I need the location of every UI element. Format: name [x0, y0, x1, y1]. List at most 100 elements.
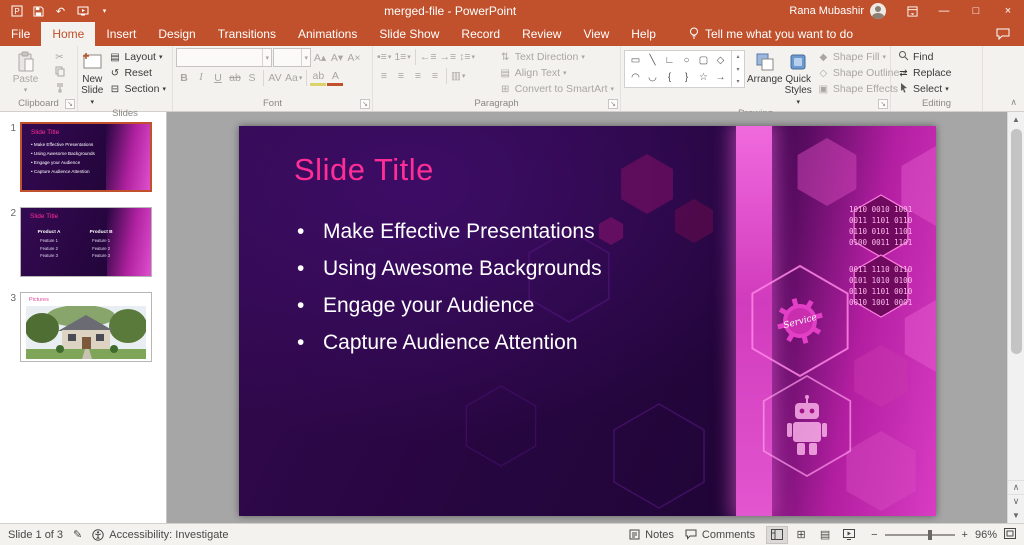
maximize-button[interactable]: □	[960, 0, 992, 22]
close-button[interactable]: ×	[992, 0, 1024, 22]
text-direction-button[interactable]: ⇅Text Direction▾	[496, 49, 617, 65]
columns-icon[interactable]: ▥▾	[450, 67, 466, 84]
customize-qat-icon[interactable]: ▾	[97, 3, 112, 19]
slide-bullet-list[interactable]: Make Effective Presentations Using Aweso…	[297, 220, 602, 368]
underline-button[interactable]: U	[210, 69, 226, 86]
shrink-font-icon[interactable]: A▾	[329, 49, 345, 66]
replace-button[interactable]: ⇄Replace	[894, 65, 955, 81]
grow-font-icon[interactable]: A▴	[312, 49, 328, 66]
bullets-icon[interactable]: •≡▾	[376, 48, 392, 65]
slide-bullet[interactable]: Capture Audience Attention	[297, 331, 602, 355]
clear-formatting-icon[interactable]: A×	[346, 49, 362, 66]
tell-me-box[interactable]: Tell me what you want to do	[677, 22, 865, 46]
tab-file[interactable]: File	[0, 22, 41, 46]
next-slide-icon[interactable]: ∨	[1008, 494, 1024, 508]
collapse-ribbon-icon[interactable]: ∧	[1010, 97, 1017, 108]
quick-styles-button[interactable]: Quick Styles ▾	[785, 48, 812, 108]
shapes-gallery[interactable]: ▭╲∟○▢◇ ◠◡{}☆→ ▴▾▾	[624, 50, 745, 88]
align-left-icon[interactable]: ≡	[376, 67, 392, 84]
vertical-scrollbar[interactable]: ▲ ∧ ∨ ▼	[1007, 112, 1024, 523]
slide-thumbnail-3[interactable]: 3 Pictures	[2, 292, 160, 362]
font-dialog-launcher-icon[interactable]: ↘	[360, 99, 370, 109]
character-spacing-icon[interactable]: AV	[267, 69, 283, 86]
bold-button[interactable]: B	[176, 69, 192, 86]
italic-button[interactable]: I	[193, 69, 209, 86]
slide-indicator[interactable]: Slide 1 of 3	[8, 529, 63, 541]
align-right-icon[interactable]: ≡	[410, 67, 426, 84]
zoom-slider[interactable]	[885, 534, 955, 536]
cut-button[interactable]: ✂	[50, 49, 69, 65]
comments-bubble-icon[interactable]	[982, 22, 1024, 46]
pen-icon[interactable]: ✎	[73, 528, 82, 541]
zoom-slider-knob[interactable]	[928, 530, 932, 540]
find-button[interactable]: Find	[894, 49, 955, 65]
tab-animations[interactable]: Animations	[287, 22, 368, 46]
slideshow-icon[interactable]	[75, 3, 90, 19]
notes-button[interactable]: Notes	[629, 529, 674, 541]
copy-button[interactable]	[50, 65, 69, 81]
tab-insert[interactable]: Insert	[95, 22, 147, 46]
tab-view[interactable]: View	[572, 22, 620, 46]
tab-slide-show[interactable]: Slide Show	[368, 22, 450, 46]
tab-transitions[interactable]: Transitions	[207, 22, 287, 46]
zoom-level[interactable]: 96%	[975, 529, 997, 541]
format-painter-button[interactable]	[50, 81, 69, 97]
zoom-in-icon[interactable]: +	[962, 529, 968, 541]
accessibility-status[interactable]: Accessibility: Investigate	[92, 529, 228, 541]
font-color-icon[interactable]: A	[327, 69, 343, 86]
reset-button[interactable]: ↺Reset	[105, 65, 169, 81]
slide-bullet[interactable]: Make Effective Presentations	[297, 220, 602, 244]
scroll-down-icon[interactable]: ▼	[1008, 508, 1024, 523]
app-icon[interactable]: P	[9, 3, 24, 19]
scrollbar-thumb[interactable]	[1011, 129, 1022, 354]
text-shadow-button[interactable]: S	[244, 69, 260, 86]
slide-thumbnail-1[interactable]: 1 Slide Title Make Effective Presentatio…	[2, 122, 160, 192]
font-name-combo[interactable]: ▾	[176, 48, 272, 67]
slide-bullet[interactable]: Using Awesome Backgrounds	[297, 257, 602, 281]
font-size-combo[interactable]: ▾	[273, 48, 311, 67]
tab-review[interactable]: Review	[511, 22, 572, 46]
new-slide-button[interactable]: New Slide ▾	[81, 48, 103, 108]
tab-help[interactable]: Help	[620, 22, 667, 46]
previous-slide-icon[interactable]: ∧	[1008, 480, 1024, 494]
highlight-color-icon[interactable]: ab	[310, 69, 326, 86]
strikethrough-button[interactable]: ab	[227, 69, 243, 86]
normal-view-icon[interactable]	[766, 526, 788, 544]
change-case-icon[interactable]: Aa▾	[284, 69, 303, 86]
arrange-button[interactable]: Arrange	[747, 48, 783, 85]
tab-design[interactable]: Design	[147, 22, 206, 46]
section-button[interactable]: ⊟Section▾	[105, 81, 169, 97]
shapes-gallery-scroll[interactable]: ▴▾▾	[731, 51, 744, 87]
slide-show-view-icon[interactable]	[838, 526, 860, 544]
scroll-up-icon[interactable]: ▲	[1008, 112, 1024, 127]
save-icon[interactable]	[31, 3, 46, 19]
reading-view-icon[interactable]: ▤	[814, 526, 836, 544]
select-button[interactable]: Select▾	[894, 81, 955, 97]
layout-button[interactable]: ▤Layout▾	[105, 49, 169, 65]
paragraph-dialog-launcher-icon[interactable]: ↘	[608, 99, 618, 109]
account-button[interactable]: Rana Mubashir	[779, 3, 896, 19]
slide-thumbnail-2[interactable]: 2 Slide Title Product A Feature 1 Featur…	[2, 207, 160, 277]
line-spacing-icon[interactable]: ↕≡▾	[458, 48, 476, 65]
tab-home[interactable]: Home	[41, 22, 95, 46]
slide-sorter-view-icon[interactable]: ⊞	[790, 526, 812, 544]
minimize-button[interactable]: —	[928, 0, 960, 22]
tab-record[interactable]: Record	[450, 22, 511, 46]
convert-smartart-button[interactable]: ⊞Convert to SmartArt▾	[496, 81, 617, 97]
paste-button[interactable]: Paste ▾	[3, 48, 48, 96]
undo-icon[interactable]: ↶	[53, 3, 68, 19]
zoom-out-icon[interactable]: −	[871, 529, 877, 541]
justify-icon[interactable]: ≡	[427, 67, 443, 84]
ribbon-display-options-icon[interactable]	[896, 0, 928, 22]
comments-button[interactable]: Comments	[685, 529, 755, 541]
align-center-icon[interactable]: ≡	[393, 67, 409, 84]
clipboard-dialog-launcher-icon[interactable]: ↘	[65, 99, 75, 109]
fit-to-window-icon[interactable]	[1004, 528, 1016, 542]
decrease-indent-icon[interactable]: ←≡	[419, 48, 438, 65]
increase-indent-icon[interactable]: →≡	[438, 48, 457, 65]
drawing-dialog-launcher-icon[interactable]: ↘	[878, 99, 888, 109]
slide-bullet[interactable]: Engage your Audience	[297, 294, 602, 318]
slide-title[interactable]: Slide Title	[294, 152, 434, 188]
slide-canvas[interactable]: 1010 0010 1001 0011 1101 0110 0110 0101 …	[239, 126, 936, 516]
align-text-button[interactable]: ▤Align Text▾	[496, 65, 617, 81]
